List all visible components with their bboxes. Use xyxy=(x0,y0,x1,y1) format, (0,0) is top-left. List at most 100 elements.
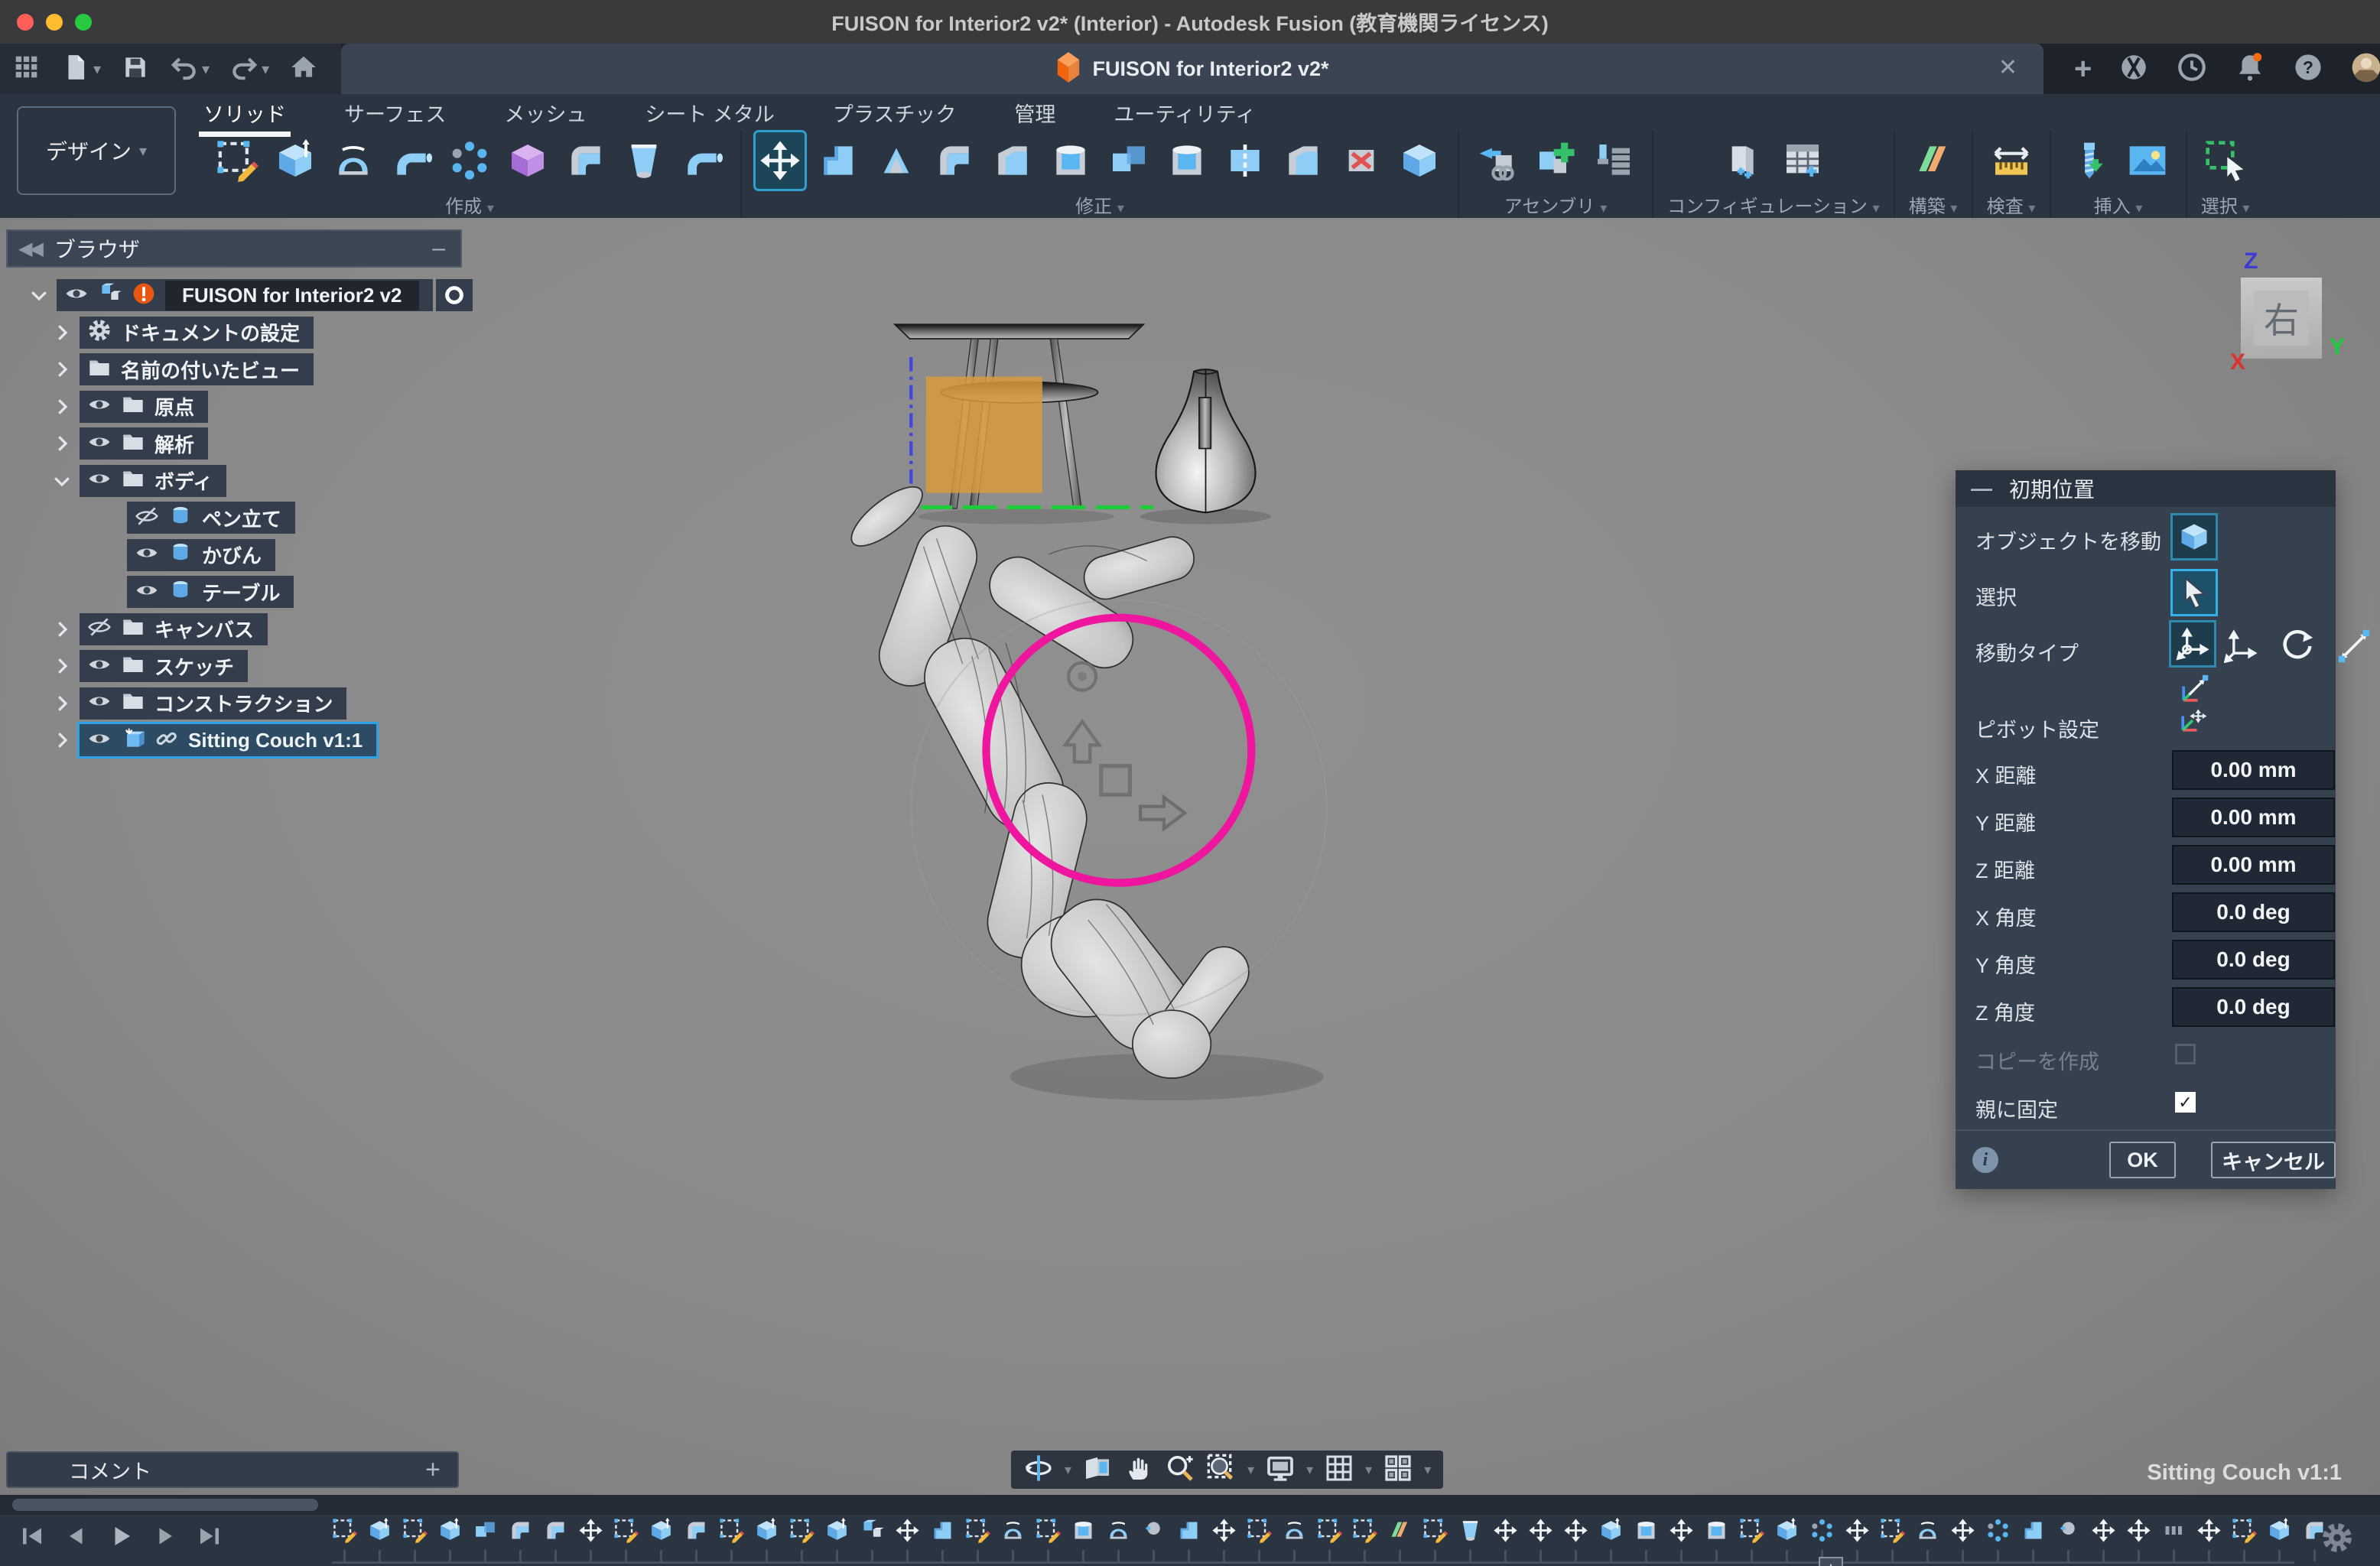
chevron-collapsed-icon[interactable] xyxy=(50,618,73,641)
point-to-point-option-button[interactable] xyxy=(2334,626,2374,666)
zoom-window-icon[interactable] xyxy=(1206,1453,1237,1487)
timeline-feature-extrude[interactable] xyxy=(824,1518,850,1548)
ribbon-tab-7[interactable]: ユーティリティ xyxy=(1109,95,1260,131)
ok-button[interactable]: OK xyxy=(2109,1142,2176,1178)
insert-fastener-tool-button[interactable] xyxy=(2065,132,2114,189)
replace-face-tool-button[interactable] xyxy=(1279,132,1328,189)
notifications-icon[interactable] xyxy=(2234,51,2266,87)
eye-off-icon[interactable] xyxy=(135,504,159,532)
timeline-feature-revolve[interactable] xyxy=(1915,1518,1940,1548)
dialog-header[interactable]: — 初期位置 xyxy=(1956,470,2336,507)
timeline-feature-revolve[interactable] xyxy=(1000,1518,1026,1548)
zoom-window-button[interactable] xyxy=(75,14,92,31)
timeline-feature-extrude[interactable] xyxy=(754,1518,779,1548)
ribbon-group-label[interactable]: 構築 ▾ xyxy=(1909,191,1958,218)
timeline-feature-move[interactable] xyxy=(1563,1518,1588,1548)
pivot-set-button[interactable] xyxy=(2172,700,2213,741)
fix-to-parent-checkbox[interactable]: ✓ xyxy=(2175,1092,2196,1113)
close-tab-icon[interactable]: ✕ xyxy=(1998,54,2017,81)
timeline-feature-press-pull[interactable] xyxy=(2021,1518,2046,1548)
offset-tool-button[interactable] xyxy=(1162,132,1211,189)
activate-component-radio[interactable] xyxy=(436,279,473,311)
chevron-collapsed-icon[interactable] xyxy=(50,358,73,381)
configuration-tool-button[interactable] xyxy=(1720,132,1769,189)
move-translate-option-button[interactable] xyxy=(2221,626,2261,666)
browser-item--[interactable]: ペン立て xyxy=(98,502,295,534)
timeline-feature-sketch[interactable] xyxy=(332,1518,357,1548)
sweep-path-tool-button[interactable] xyxy=(561,132,610,189)
timeline-feature-pattern[interactable] xyxy=(1985,1518,2011,1548)
timeline-feature-move[interactable] xyxy=(578,1518,603,1548)
configuration-table-tool-button[interactable] xyxy=(1778,132,1827,189)
timeline-feature-move[interactable] xyxy=(1845,1518,1870,1548)
offset-face-tool-button[interactable] xyxy=(872,132,921,189)
browser-item--[interactable]: ボディ xyxy=(50,465,226,497)
chevron-collapsed-icon[interactable] xyxy=(50,321,73,344)
browser-item-block[interactable]: ドキュメントの設定 xyxy=(80,317,314,349)
collapse-dialog-icon[interactable]: — xyxy=(1971,476,1992,501)
new-tab-button[interactable]: + xyxy=(2074,54,2092,84)
create-sketch-tool-button[interactable] xyxy=(213,132,262,189)
fillet-tool-button[interactable] xyxy=(930,132,979,189)
browser-item-block[interactable]: テーブル xyxy=(127,576,294,608)
timeline-feature-hole[interactable] xyxy=(1141,1518,1166,1548)
chevron-down-icon[interactable]: ▾ xyxy=(1247,1462,1254,1478)
browser-panel-header[interactable]: ◀◀ ブラウザ – xyxy=(6,229,462,268)
timeline-feature-move[interactable] xyxy=(1493,1518,1518,1548)
go-to-start-button[interactable] xyxy=(18,1522,46,1554)
eye-icon[interactable] xyxy=(87,392,112,421)
eye-icon[interactable] xyxy=(87,466,112,495)
profile-icon[interactable] xyxy=(2350,51,2380,87)
timeline-feature-extrude[interactable] xyxy=(1598,1518,1624,1548)
display-settings-icon[interactable] xyxy=(1265,1453,1296,1487)
move-object-selection-button[interactable] xyxy=(2170,513,2218,560)
look-at-icon[interactable] xyxy=(1082,1453,1113,1487)
ribbon-group-label[interactable]: 検査 ▾ xyxy=(1987,191,2036,218)
ribbon-group-label[interactable]: 作成 ▾ xyxy=(445,191,494,218)
job-status-icon[interactable] xyxy=(2176,51,2208,87)
browser-item-block[interactable]: スケッチ xyxy=(80,650,248,682)
timeline-feature-pattern[interactable] xyxy=(1809,1518,1835,1548)
field-y-angle[interactable]: 0.0 deg xyxy=(2172,940,2335,980)
extrude-tool-button[interactable] xyxy=(271,132,320,189)
canvas-overlay[interactable] xyxy=(926,377,1042,493)
timeline-feature-extrude[interactable] xyxy=(367,1518,392,1548)
loft-tool-button[interactable] xyxy=(619,132,668,189)
selection-filter-button[interactable] xyxy=(2170,569,2218,616)
timeline-feature-fillet[interactable] xyxy=(508,1518,533,1548)
orbit-icon[interactable] xyxy=(1023,1453,1054,1487)
add-comment-button[interactable]: + xyxy=(425,1455,441,1485)
chevron-collapsed-icon[interactable] xyxy=(50,395,73,418)
field-z-angle[interactable]: 0.0 deg xyxy=(2172,987,2335,1027)
timeline-feature-fillet[interactable] xyxy=(543,1518,568,1548)
timeline-feature-sketch[interactable] xyxy=(1247,1518,1272,1548)
timeline-feature-shell[interactable] xyxy=(1071,1518,1096,1548)
viewport-3d[interactable]: ◀◀ ブラウザ – FUISON for Interior2 v2 ドキュメントの… xyxy=(0,218,2380,1495)
ribbon-tab-2[interactable]: サーフェス xyxy=(340,95,450,131)
insert-derive-tool-button[interactable] xyxy=(1473,132,1522,189)
timeline-feature-move[interactable] xyxy=(1669,1518,1694,1548)
timeline-feature-sketch[interactable] xyxy=(613,1518,639,1548)
chevron-expanded-icon[interactable] xyxy=(50,469,73,492)
ribbon-group-label[interactable]: アセンブリ ▾ xyxy=(1504,191,1608,218)
ribbon-group-label[interactable]: 選択 ▾ xyxy=(2201,191,2250,218)
delete-face-tool-button[interactable] xyxy=(1337,132,1386,189)
app-grid-button[interactable] xyxy=(12,53,41,86)
initial-position-dialog[interactable]: — 初期位置 オブジェクトを移動選択移動タイプピボット設定X 距離0.00 mm… xyxy=(1956,470,2336,1189)
timeline-feature-sketch[interactable] xyxy=(789,1518,814,1548)
browser-item-fuison-for-interior2-v2[interactable]: FUISON for Interior2 v2 xyxy=(28,279,473,311)
timeline-feature-slider[interactable] xyxy=(2161,1518,2187,1548)
timeline-feature-loft[interactable] xyxy=(1458,1518,1483,1548)
press-pull-tool-button[interactable] xyxy=(814,132,863,189)
eye-icon[interactable] xyxy=(87,652,112,681)
timeline-feature-move[interactable] xyxy=(1528,1518,1553,1548)
vase-model[interactable] xyxy=(1156,369,1256,512)
move-up-arrow[interactable] xyxy=(1065,722,1099,762)
shell-tool-button[interactable] xyxy=(1046,132,1095,189)
document-tab[interactable]: FUISON for Interior2 v2* ✕ xyxy=(341,44,2043,94)
field-x-angle[interactable]: 0.0 deg xyxy=(2172,892,2335,932)
timeline-settings-gear-icon[interactable] xyxy=(2320,1521,2354,1555)
chamfer-tool-button[interactable] xyxy=(988,132,1037,189)
joint-tool-button[interactable] xyxy=(1589,132,1638,189)
physical-material-tool-button[interactable] xyxy=(1395,132,1444,189)
